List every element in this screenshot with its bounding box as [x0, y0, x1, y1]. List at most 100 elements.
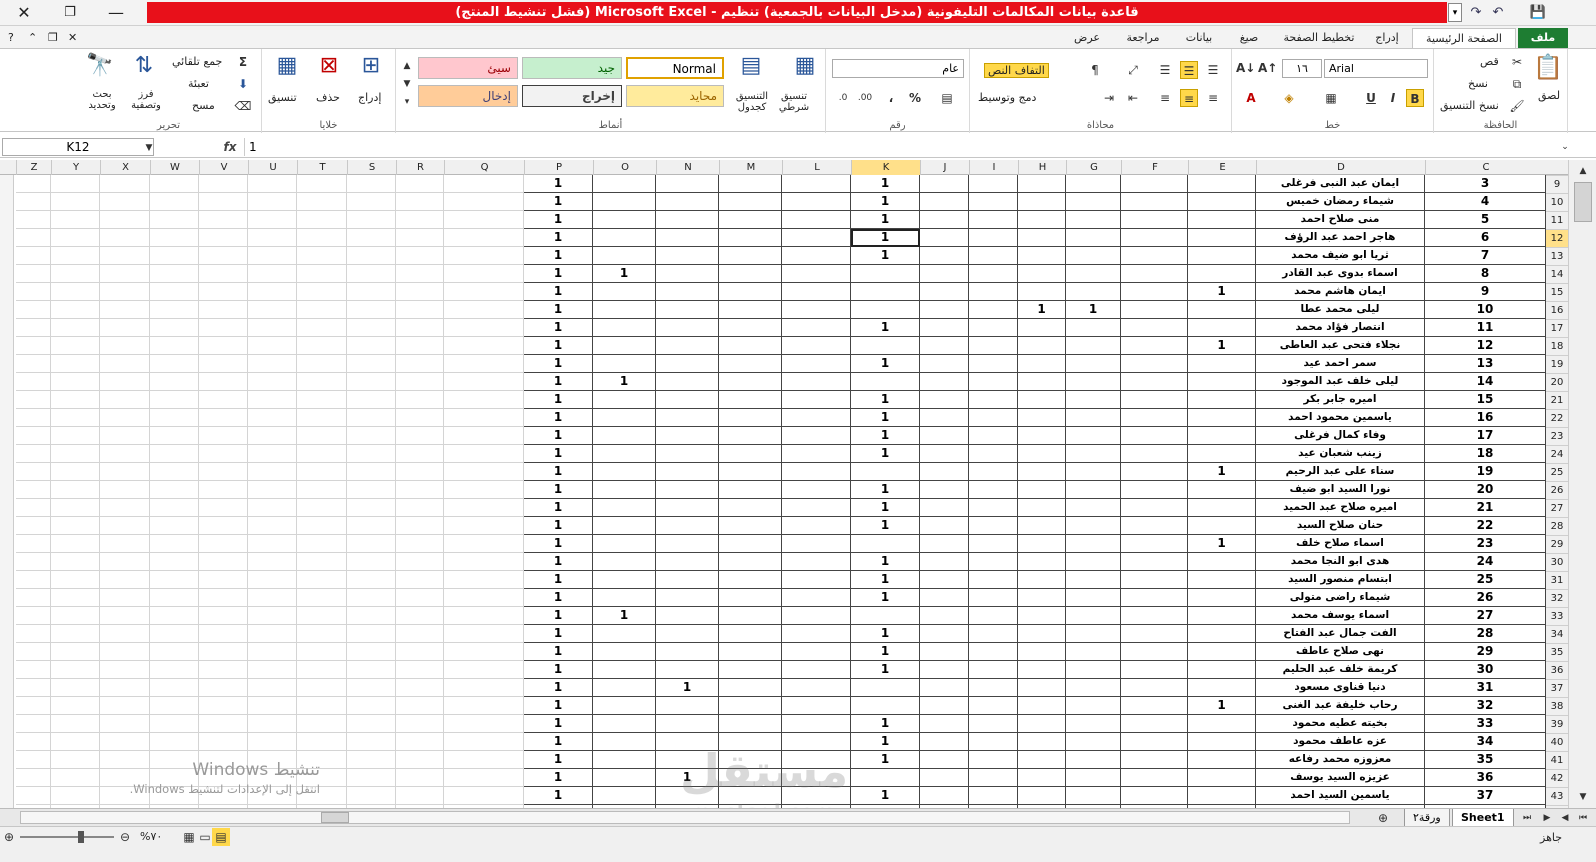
- cell-v[interactable]: [199, 283, 248, 301]
- cell-u[interactable]: [248, 535, 297, 553]
- cell-p[interactable]: 1: [524, 607, 593, 625]
- undo-icon[interactable]: ↶: [1488, 4, 1508, 22]
- cell-w[interactable]: [150, 733, 199, 751]
- cell-o[interactable]: [593, 445, 656, 463]
- cell-g[interactable]: [1066, 661, 1121, 679]
- find-select-button[interactable]: بحث وتحديد: [80, 89, 124, 111]
- cell-r[interactable]: [396, 697, 444, 715]
- row-header[interactable]: 12: [1546, 229, 1568, 247]
- cell-x[interactable]: [100, 283, 150, 301]
- cell-e[interactable]: [1188, 391, 1256, 409]
- cell-s[interactable]: [347, 589, 396, 607]
- cell-f[interactable]: [1121, 607, 1188, 625]
- cell-s[interactable]: [347, 751, 396, 769]
- cell-y[interactable]: [51, 355, 100, 373]
- merge-center-button[interactable]: دمج وتوسيط: [978, 91, 1036, 104]
- cell-y[interactable]: [51, 607, 100, 625]
- cell-n[interactable]: [656, 481, 719, 499]
- format-cells-button[interactable]: تنسيق: [268, 91, 297, 104]
- cell-s[interactable]: [347, 211, 396, 229]
- cell-r[interactable]: [396, 535, 444, 553]
- cell-g[interactable]: [1066, 193, 1121, 211]
- cell-q[interactable]: [444, 607, 524, 625]
- cell-z[interactable]: [16, 661, 51, 679]
- horizontal-scroll-thumb[interactable]: [321, 812, 349, 823]
- cell-w[interactable]: [150, 625, 199, 643]
- cell-w[interactable]: [150, 175, 199, 193]
- cell-j[interactable]: [920, 769, 969, 787]
- cell-d[interactable]: رحاب خليفة عبد الغنى: [1256, 697, 1425, 715]
- autosum-icon[interactable]: Σ: [234, 53, 252, 71]
- cell-c[interactable]: 28: [1425, 625, 1546, 643]
- cell-h[interactable]: [1018, 319, 1066, 337]
- cell-i[interactable]: [969, 283, 1018, 301]
- cell-v[interactable]: [199, 409, 248, 427]
- cell-g[interactable]: [1066, 337, 1121, 355]
- cell-h[interactable]: [1018, 355, 1066, 373]
- cell-c[interactable]: 30: [1425, 661, 1546, 679]
- cell-o[interactable]: [593, 319, 656, 337]
- cell-g[interactable]: [1066, 265, 1121, 283]
- cell-x[interactable]: [100, 679, 150, 697]
- cell-k[interactable]: 1: [851, 553, 920, 571]
- cell-z[interactable]: [16, 463, 51, 481]
- cell-e[interactable]: [1188, 499, 1256, 517]
- cell-w[interactable]: [150, 589, 199, 607]
- cell-n[interactable]: [656, 499, 719, 517]
- cell-x[interactable]: [100, 715, 150, 733]
- cell-y[interactable]: [51, 193, 100, 211]
- column-header-u[interactable]: U: [248, 160, 297, 175]
- cell-c[interactable]: 17: [1425, 427, 1546, 445]
- cell-y[interactable]: [51, 427, 100, 445]
- cell-t[interactable]: [297, 319, 347, 337]
- cell-v[interactable]: [199, 481, 248, 499]
- row-header[interactable]: 27: [1546, 499, 1568, 517]
- cell-h[interactable]: 1: [1018, 301, 1066, 319]
- column-header-v[interactable]: V: [199, 160, 248, 175]
- cell-f[interactable]: [1121, 661, 1188, 679]
- cell-d[interactable]: معزوزه محمد رفاعه: [1256, 751, 1425, 769]
- cell-i[interactable]: [969, 733, 1018, 751]
- conditional-formatting-icon[interactable]: ▦: [788, 53, 822, 78]
- cell-f[interactable]: [1121, 211, 1188, 229]
- tab-page-layout[interactable]: تخطيط الصفحة: [1276, 28, 1362, 48]
- cell-h[interactable]: [1018, 193, 1066, 211]
- column-header-m[interactable]: M: [719, 160, 782, 175]
- cell-s[interactable]: [347, 697, 396, 715]
- cell-h[interactable]: [1018, 283, 1066, 301]
- name-box-dropdown-icon[interactable]: ▼: [140, 139, 158, 157]
- row-header[interactable]: 40: [1546, 733, 1568, 751]
- cell-v[interactable]: [199, 355, 248, 373]
- cell-r[interactable]: [396, 481, 444, 499]
- cell-v[interactable]: [199, 553, 248, 571]
- autosum-button[interactable]: جمع تلقائي: [172, 55, 222, 68]
- cell-n[interactable]: [656, 211, 719, 229]
- cell-q[interactable]: [444, 409, 524, 427]
- cell-i[interactable]: [969, 643, 1018, 661]
- cell-w[interactable]: [150, 193, 199, 211]
- cell-s[interactable]: [347, 391, 396, 409]
- cell-p[interactable]: 1: [524, 247, 593, 265]
- tab-insert[interactable]: إدراج: [1364, 28, 1410, 48]
- row-header[interactable]: 35: [1546, 643, 1568, 661]
- align-bottom-icon[interactable]: ☰: [1156, 61, 1174, 79]
- cell-f[interactable]: [1121, 571, 1188, 589]
- cell-r[interactable]: [396, 319, 444, 337]
- cell-q[interactable]: [444, 661, 524, 679]
- styles-scroll-down-icon[interactable]: ▼: [398, 75, 416, 93]
- cell-p[interactable]: 1: [524, 409, 593, 427]
- cell-o[interactable]: [593, 553, 656, 571]
- cell-p[interactable]: 1: [524, 535, 593, 553]
- row-header[interactable]: 29: [1546, 535, 1568, 553]
- cell-k[interactable]: 1: [851, 427, 920, 445]
- row-header[interactable]: 20: [1546, 373, 1568, 391]
- cell-d[interactable]: هدى ابو النجا محمد: [1256, 553, 1425, 571]
- cell-w[interactable]: [150, 571, 199, 589]
- column-header-c[interactable]: C: [1425, 160, 1546, 175]
- cell-o[interactable]: [593, 175, 656, 193]
- cell-v[interactable]: [199, 535, 248, 553]
- cell-o[interactable]: [593, 355, 656, 373]
- cell-k[interactable]: 1: [851, 409, 920, 427]
- cell-w[interactable]: [150, 715, 199, 733]
- cell-l[interactable]: [782, 517, 851, 535]
